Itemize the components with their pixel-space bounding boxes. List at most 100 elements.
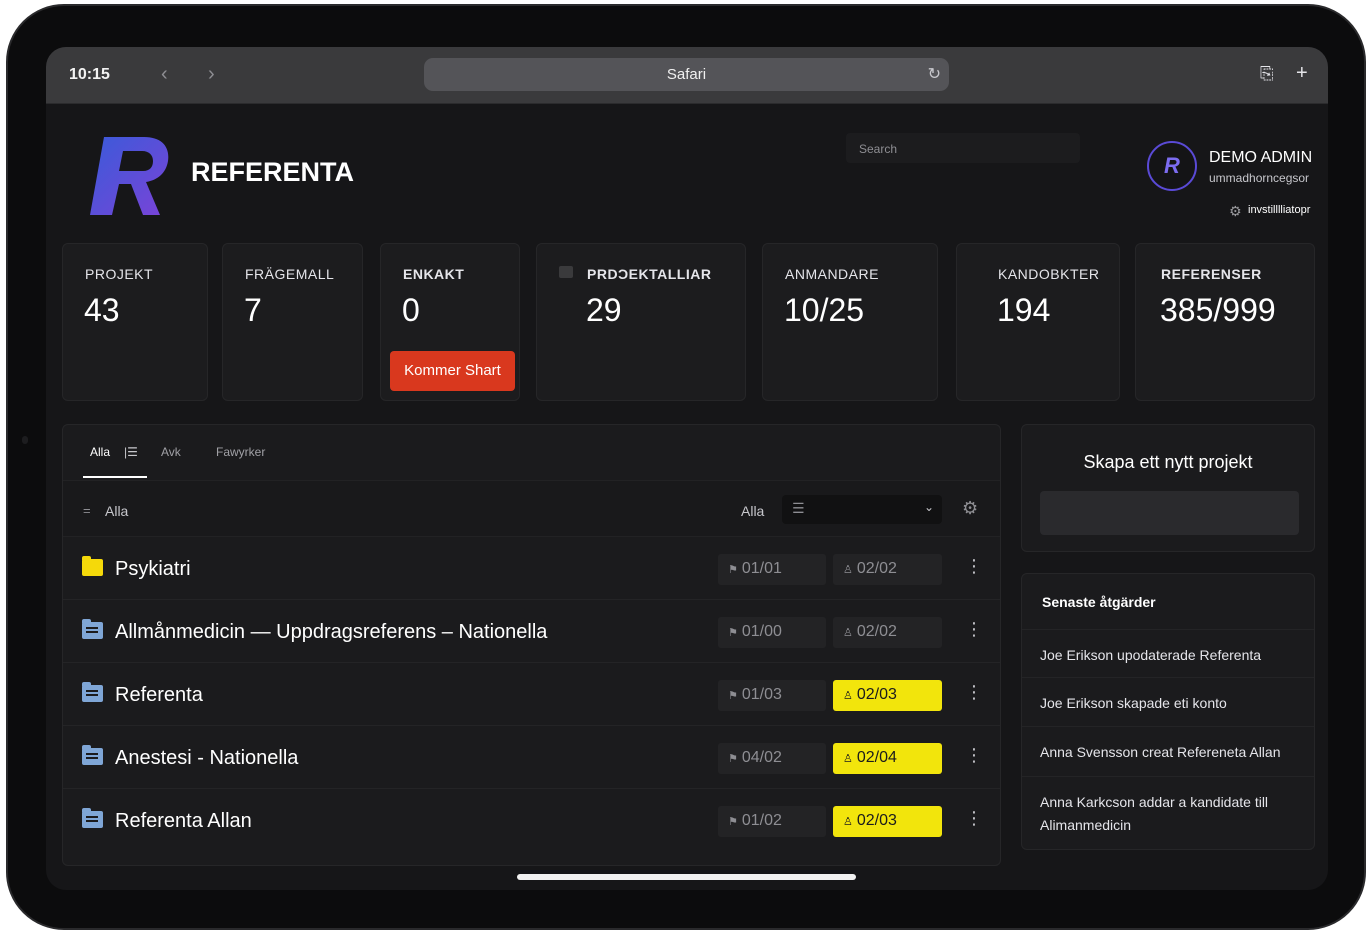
address-bar[interactable]: Safari ↻ [424,58,949,91]
stat-value: 7 [244,292,262,328]
stat-value: 29 [586,292,622,328]
stat-title: KANDOBKTER [998,266,1100,282]
people-count-badge: ♙ 02/02 [833,554,942,585]
flag-count-badge: ⚑ 01/03 [718,680,826,711]
forward-arrow-icon[interactable]: › [208,63,215,86]
settings-link[interactable]: invstilllliatopr [1248,204,1310,216]
stat-value: 43 [84,292,120,328]
stat-card-referenser[interactable]: REFERENSER 385/999 [1135,243,1315,401]
project-name[interactable]: Referenta [115,684,203,707]
list-lines-icon: ☰ [792,500,805,516]
filter-dropdown[interactable]: ☰ ⌄ [782,495,942,524]
recent-action-item[interactable]: Anna Svensson creat Refereneta Allan [1022,726,1314,776]
active-tab-indicator [83,476,147,478]
tab-alla[interactable]: Alla [90,445,110,459]
project-name[interactable]: Psykiatri [115,558,191,581]
people-count-value: 02/03 [856,686,897,703]
status-time: 10:15 [69,66,110,83]
more-options-icon[interactable]: ⋮ [965,746,983,764]
recent-action-item[interactable]: Joe Erikson upodaterade Referenta [1022,629,1314,677]
people-count-badge: ♙ 02/03 [833,680,942,711]
kommer-shart-button[interactable]: Kommer Shart [390,351,515,391]
stat-title: PROJEKT [85,266,154,282]
project-row[interactable]: Referenta Allan ⚑ 01/02 ♙ 02/03 ⋮ [63,789,1000,852]
settings-gear-icon[interactable]: ⚙ [1229,203,1242,220]
folder-icon [82,556,103,576]
people-icon: ♙ [843,753,853,765]
more-options-icon[interactable]: ⋮ [965,620,983,638]
people-count-value: 02/02 [856,560,897,577]
flag-count-value: 01/00 [741,623,782,640]
tab-avk[interactable]: Avk [161,445,181,459]
back-arrow-icon[interactable]: ‹ [161,63,168,86]
project-row[interactable]: Allmånmedicin — Uppdragsreferens – Natio… [63,600,1000,663]
referenta-logo [90,137,169,215]
stat-card-anmandare[interactable]: ANMANDARE 10/25 [762,243,938,401]
search-input[interactable]: Search [846,133,1080,163]
people-count-value: 02/04 [856,749,897,766]
people-count-badge: ♙ 02/03 [833,806,942,837]
home-indicator [517,874,856,880]
people-count-value: 02/02 [856,623,897,640]
flag-count-value: 01/01 [741,560,782,577]
address-bar-label: Safari [666,66,707,83]
list-view-icon[interactable]: |☰ [124,445,138,459]
stat-card-projekt[interactable]: PROJEKT 43 [62,243,208,401]
recent-action-item[interactable]: Joe Erikson skapade eti konto [1022,677,1314,726]
reload-icon[interactable]: ↻ [928,64,941,84]
side-sensor [22,436,28,444]
brand-name: REFERENTA [191,157,355,187]
projects-panel: Alla |☰ Avk Fawyrker = Alla Alla ☰ ⌄ ⚙ P… [62,424,1001,866]
more-options-icon[interactable]: ⋮ [965,683,983,701]
flag-count-badge: ⚑ 04/02 [718,743,826,774]
flag-icon: ⚑ [728,627,738,639]
new-tab-plus-icon[interactable]: + [1296,62,1308,85]
flag-icon: ⚑ [728,753,738,765]
stat-card-kandobkter[interactable]: KANDOBKTER 194 [956,243,1120,401]
stat-title: FRÄGEMALL [245,266,335,282]
stat-title: REFERENSER [1161,266,1262,282]
gear-icon[interactable]: ⚙ [962,498,978,519]
stat-title: ANMANDARE [785,266,879,282]
user-name: DEMO ADMIN [1209,149,1313,166]
filter-label[interactable]: Alla [105,503,128,519]
screen: 10:15 ‹ › Safari ↻ ⎘ + REFERENTA Search … [46,47,1328,890]
more-options-icon[interactable]: ⋮ [965,557,983,575]
create-project-title: Skapa ett nytt projekt [1083,452,1253,472]
recent-actions-card: Senaste åtgärder Joe Erikson upodaterade… [1021,573,1315,850]
project-tabs: Alla |☰ Avk Fawyrker [63,425,1000,480]
project-row[interactable]: Anestesi - Nationella ⚑ 04/02 ♙ 02/04 ⋮ [63,726,1000,789]
new-project-input[interactable] [1040,491,1299,535]
stat-value: 0 [402,292,420,328]
more-options-icon[interactable]: ⋮ [965,809,983,827]
project-row[interactable]: Referenta ⚑ 01/03 ♙ 02/03 ⋮ [63,663,1000,726]
filter-bar: = Alla Alla ☰ ⌄ ⚙ [63,480,1000,537]
folder-icon [82,745,103,765]
filter-icon: = [83,503,91,518]
project-row[interactable]: Psykiatri ⚑ 01/01 ♙ 02/02 ⋮ [63,537,1000,600]
people-count-badge: ♙ 02/04 [833,743,942,774]
flag-count-badge: ⚑ 01/02 [718,806,826,837]
project-name[interactable]: Allmånmedicin — Uppdragsreferens – Natio… [115,621,547,644]
stat-title: PRDϽEKTALLIAR [587,266,712,282]
stat-card-fragemall[interactable]: FRÄGEMALL 7 [222,243,363,401]
flag-count-badge: ⚑ 01/00 [718,617,826,648]
stat-card-projektalliar[interactable]: PRDϽEKTALLIAR 29 [536,243,746,401]
stat-value: 385/999 [1160,292,1276,328]
folder-icon [82,619,103,639]
flag-count-value: 01/02 [741,812,782,829]
stat-value: 10/25 [784,292,865,328]
project-name[interactable]: Anestesi - Nationella [115,747,298,770]
flag-icon: ⚑ [728,564,738,576]
folder-icon [82,682,103,702]
browser-toolbar: 10:15 ‹ › Safari ↻ ⎘ + [46,47,1328,104]
stat-title: ENKAKT [403,266,465,282]
avatar[interactable]: R [1147,141,1197,191]
people-icon: ♙ [843,564,853,576]
recent-action-item[interactable]: Anna Karkcson addar a kandidate till Ali… [1022,776,1314,849]
tab-fawyrker[interactable]: Fawyrker [216,445,265,459]
project-name[interactable]: Referenta Allan [115,810,252,833]
people-count-badge: ♙ 02/02 [833,617,942,648]
stat-value: 194 [997,292,1051,328]
share-icon[interactable]: ⎘ [1260,64,1274,84]
